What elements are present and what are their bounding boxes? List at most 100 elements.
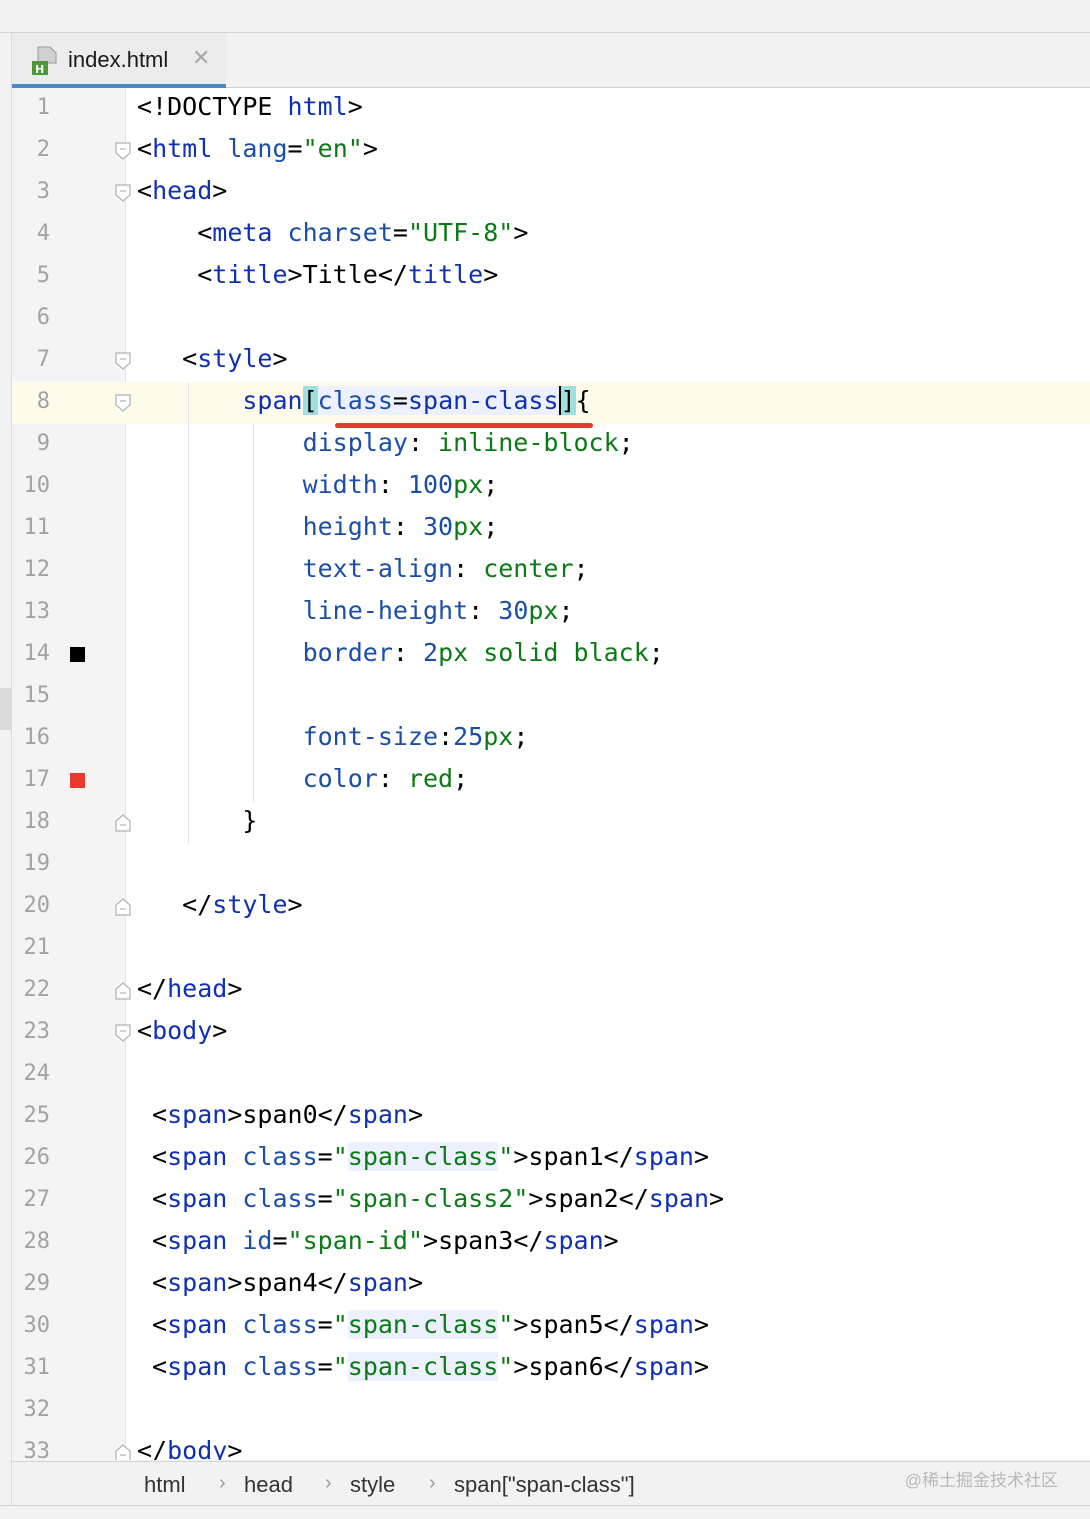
fold-close-icon[interactable] <box>115 898 131 916</box>
fold-open-icon[interactable] <box>115 352 131 370</box>
code-token: < <box>137 1142 168 1171</box>
code-line[interactable]: 33 </body> <box>12 1432 1090 1460</box>
scroll-marker[interactable] <box>0 688 11 730</box>
code-line[interactable]: 8 span[class=span-class]{ <box>12 382 1090 424</box>
code-text: line-height: 30px; <box>137 596 574 625</box>
code-line[interactable]: 28 <span id="span-id">span3</span> <box>12 1222 1090 1264</box>
code-line[interactable]: 10 width: 100px; <box>12 466 1090 508</box>
code-token: span <box>167 1352 243 1381</box>
code-line[interactable]: 25 <span>span0</span> <box>12 1096 1090 1138</box>
fold-open-icon[interactable] <box>115 394 131 412</box>
code-editor[interactable]: 1 <!DOCTYPE html> 2 <html lang="en"> 3 <head>… <box>12 88 1090 1460</box>
line-number: 19 <box>23 851 51 876</box>
code-line[interactable]: 2 <html lang="en"> <box>12 130 1090 172</box>
code-text: <span class="span-class2">span2</span> <box>137 1184 724 1213</box>
code-text: } <box>137 806 257 835</box>
code-token: span-clas <box>407 386 544 415</box>
code-token: class <box>242 1310 318 1339</box>
line-number: 16 <box>23 725 51 750</box>
fold-close-icon[interactable] <box>115 814 131 832</box>
code-token: 30 <box>498 596 529 625</box>
breadcrumb-item-span-selector[interactable]: span["span-class"] <box>454 1472 635 1498</box>
breadcrumb-item-style[interactable]: style <box>350 1472 395 1498</box>
close-icon[interactable]: ✕ <box>192 45 210 71</box>
code-line[interactable]: 18 } <box>12 802 1090 844</box>
code-token: span <box>167 1100 228 1129</box>
code-line[interactable]: 5 <title>Title</title> <box>12 256 1090 298</box>
code-token: ] <box>560 386 576 415</box>
code-line[interactable]: 7 <style> <box>12 340 1090 382</box>
code-line[interactable]: 32 <box>12 1390 1090 1432</box>
color-swatch-icon[interactable] <box>70 647 85 662</box>
line-number: 4 <box>36 221 50 246</box>
tab-filename: index.html <box>68 47 169 72</box>
code-token: = <box>287 134 303 163</box>
code-token: = <box>317 1184 333 1213</box>
code-line[interactable]: 22 </head> <box>12 970 1090 1012</box>
code-token: px <box>528 596 559 625</box>
color-swatch-icon[interactable] <box>70 773 85 788</box>
line-number: 14 <box>23 641 51 666</box>
code-token: > <box>483 260 499 289</box>
code-token: : <box>392 512 423 541</box>
fold-close-icon[interactable] <box>115 982 131 1000</box>
line-number: 10 <box>23 473 51 498</box>
code-line[interactable]: 3 <head> <box>12 172 1090 214</box>
code-line[interactable]: 11 height: 30px; <box>12 508 1090 550</box>
code-line[interactable]: 14 border: 2px solid black; <box>12 634 1090 676</box>
code-line[interactable]: 23 <body> <box>12 1012 1090 1054</box>
fold-open-icon[interactable] <box>115 184 131 202</box>
code-token: html <box>152 134 228 163</box>
code-line[interactable]: 12 text-align: center; <box>12 550 1090 592</box>
code-line[interactable]: 16 font-size:25px; <box>12 718 1090 760</box>
code-line[interactable]: 31 <span class="span-class">span6</span> <box>12 1348 1090 1390</box>
code-token: class <box>242 1142 318 1171</box>
code-token: < <box>137 218 213 247</box>
code-line[interactable]: 4 <meta charset="UTF-8"> <box>12 214 1090 256</box>
line-number: 25 <box>23 1103 51 1128</box>
code-token: : <box>392 638 423 667</box>
code-line[interactable]: 29 <span>span4</span> <box>12 1264 1090 1306</box>
code-token: : <box>377 764 408 793</box>
line-number: 12 <box>23 557 51 582</box>
code-token: > <box>709 1184 725 1213</box>
fold-open-icon[interactable] <box>115 142 131 160</box>
code-line[interactable]: 9 display: inline-block; <box>12 424 1090 466</box>
code-token: < <box>137 1352 168 1381</box>
breadcrumb-item-head[interactable]: head <box>244 1472 293 1498</box>
code-token: > <box>362 134 378 163</box>
code-line[interactable]: 13 line-height: 30px; <box>12 592 1090 634</box>
code-token: > <box>287 890 303 919</box>
code-token: > <box>407 1268 424 1297</box>
code-token: < <box>137 176 153 205</box>
code-line[interactable]: 19 <box>12 844 1090 886</box>
tab-index-html[interactable]: H index.html ✕ <box>12 33 226 88</box>
code-token: 100 <box>407 470 454 499</box>
code-line[interactable]: 26 <span class="span-class">span1</span> <box>12 1138 1090 1180</box>
code-text: <span class="span-class">span1</span> <box>137 1142 709 1171</box>
breadcrumb-item-html[interactable]: html <box>144 1472 186 1498</box>
line-number: 21 <box>23 935 51 960</box>
code-line[interactable]: 27 <span class="span-class2">span2</span… <box>12 1180 1090 1222</box>
code-text: </body> <box>137 1436 242 1460</box>
code-text: <!DOCTYPE html> <box>137 92 363 121</box>
code-token: "span-id" <box>287 1226 424 1255</box>
code-line[interactable]: 6 <box>12 298 1090 340</box>
code-line[interactable]: 24 <box>12 1054 1090 1096</box>
code-token: : <box>377 470 408 499</box>
code-line[interactable]: 15 <box>12 676 1090 718</box>
code-token: < <box>137 1226 168 1255</box>
fold-open-icon[interactable] <box>115 1024 131 1042</box>
code-line[interactable]: 1 <!DOCTYPE html> <box>12 88 1090 130</box>
code-token: px <box>453 512 484 541</box>
code-line[interactable]: 20 </style> <box>12 886 1090 928</box>
code-text: <meta charset="UTF-8"> <box>137 218 528 247</box>
code-line[interactable]: 17 color: red; <box>12 760 1090 802</box>
code-token: class <box>242 1184 318 1213</box>
code-line[interactable]: 21 <box>12 928 1090 970</box>
line-number: 11 <box>23 515 51 540</box>
fold-close-icon[interactable] <box>115 1444 131 1460</box>
code-line[interactable]: 30 <span class="span-class">span5</span> <box>12 1306 1090 1348</box>
code-token: < <box>137 344 198 373</box>
code-token: > <box>272 344 288 373</box>
